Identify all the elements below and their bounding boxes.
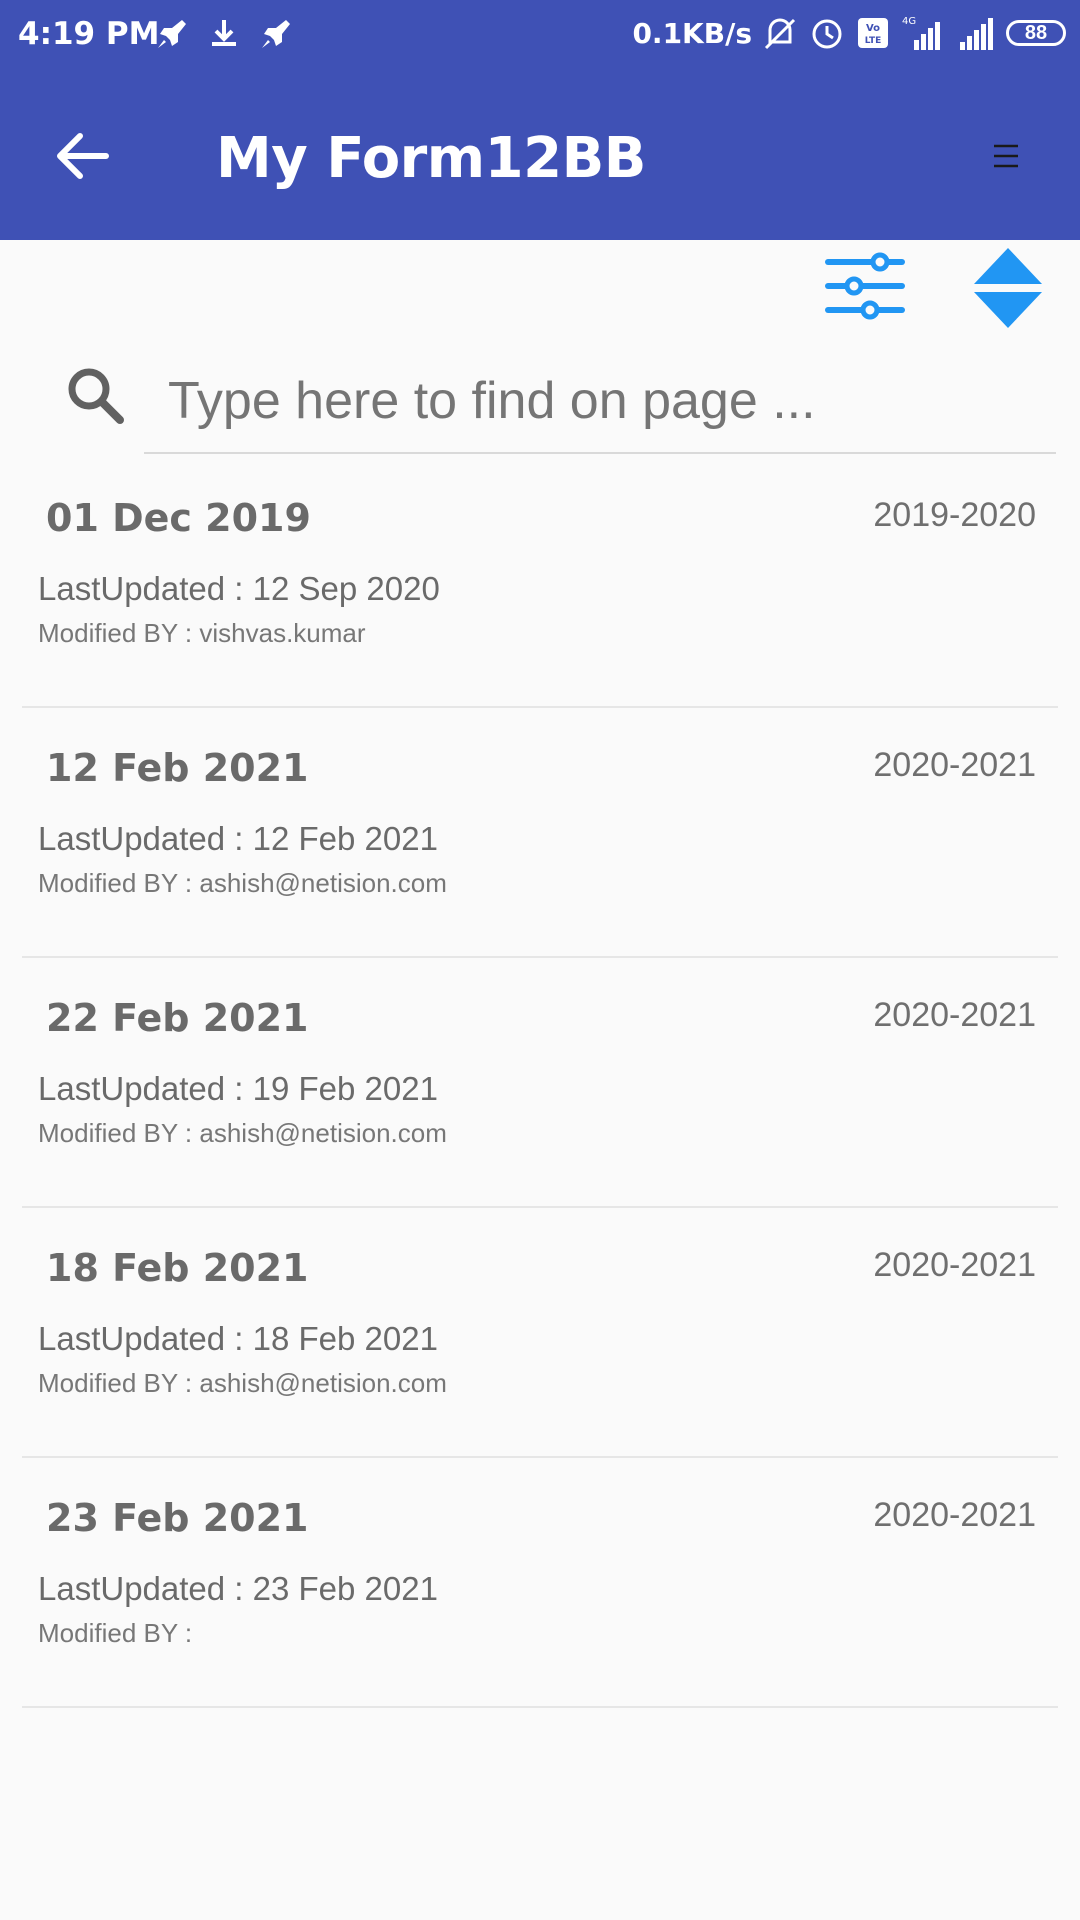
volte-icon: Vo LTE [858,18,888,48]
svg-text:LTE: LTE [865,36,882,46]
signal-4g-icon: 4G [902,16,940,50]
list-item[interactable]: 01 Dec 2019 2019-2020 LastUpdated : 12 S… [22,458,1058,708]
status-bar: 4:19 PM 0.1KB/s Vo LTE 4G 88 [0,0,1080,72]
item-date: 18 Feb 2021 [46,1246,309,1290]
item-last-updated: LastUpdated : 12 Sep 2020 [38,570,440,607]
item-date: 01 Dec 2019 [46,496,311,540]
app-bar: My Form12BB [0,72,1080,240]
item-modified-by: Modified BY : ashish@netision.com [38,868,447,898]
item-financial-year: 2020-2021 [873,746,1036,784]
item-modified-by: Modified BY : vishvas.kumar [38,618,366,648]
search-input[interactable] [144,350,1056,454]
item-last-updated: LastUpdated : 19 Feb 2021 [38,1070,438,1107]
item-last-updated: LastUpdated : 18 Feb 2021 [38,1320,438,1357]
search-bar [0,350,1080,456]
item-date: 22 Feb 2021 [46,996,309,1040]
signal-icon [960,18,993,50]
download-icon [212,20,236,46]
notification-icons [152,14,296,54]
alarm-icon [812,19,842,49]
search-icon [68,368,124,424]
item-date: 12 Feb 2021 [46,746,309,790]
svg-text:Vo: Vo [866,23,880,34]
item-modified-by: Modified BY : ashish@netision.com [38,1368,447,1398]
rocket-icon [262,20,290,48]
item-date: 23 Feb 2021 [46,1496,309,1540]
back-arrow-icon[interactable] [52,130,112,182]
item-financial-year: 2020-2021 [873,1246,1036,1284]
item-modified-by: Modified BY : [38,1618,193,1648]
list-item[interactable]: 12 Feb 2021 2020-2021 LastUpdated : 12 F… [22,708,1058,958]
item-modified-by: Modified BY : ashish@netision.com [38,1118,447,1148]
form-list: 01 Dec 2019 2019-2020 LastUpdated : 12 S… [0,458,1080,1708]
bell-off-icon [764,18,796,50]
item-last-updated: LastUpdated : 23 Feb 2021 [38,1570,438,1607]
rocket-icon [158,20,186,48]
list-item[interactable]: 23 Feb 2021 2020-2021 LastUpdated : 23 F… [22,1458,1058,1708]
network-speed: 0.1KB/s [632,16,752,50]
filter-icon[interactable] [820,248,910,328]
sort-icon[interactable] [972,248,1044,330]
item-financial-year: 2020-2021 [873,996,1036,1034]
battery-icon: 88 [1006,20,1066,46]
status-time: 4:19 PM [18,16,160,52]
page-title: My Form12BB [216,126,646,191]
toolbar-actions [0,248,1080,334]
menu-icon[interactable] [990,140,1026,172]
list-item[interactable]: 18 Feb 2021 2020-2021 LastUpdated : 18 F… [22,1208,1058,1458]
item-last-updated: LastUpdated : 12 Feb 2021 [38,820,438,857]
item-financial-year: 2020-2021 [873,1496,1036,1534]
list-item[interactable]: 22 Feb 2021 2020-2021 LastUpdated : 19 F… [22,958,1058,1208]
system-indicators: 0.1KB/s Vo LTE 4G 88 [632,14,1066,52]
item-financial-year: 2019-2020 [873,496,1036,534]
battery-level: 88 [1024,21,1048,44]
svg-text:4G: 4G [902,16,916,27]
